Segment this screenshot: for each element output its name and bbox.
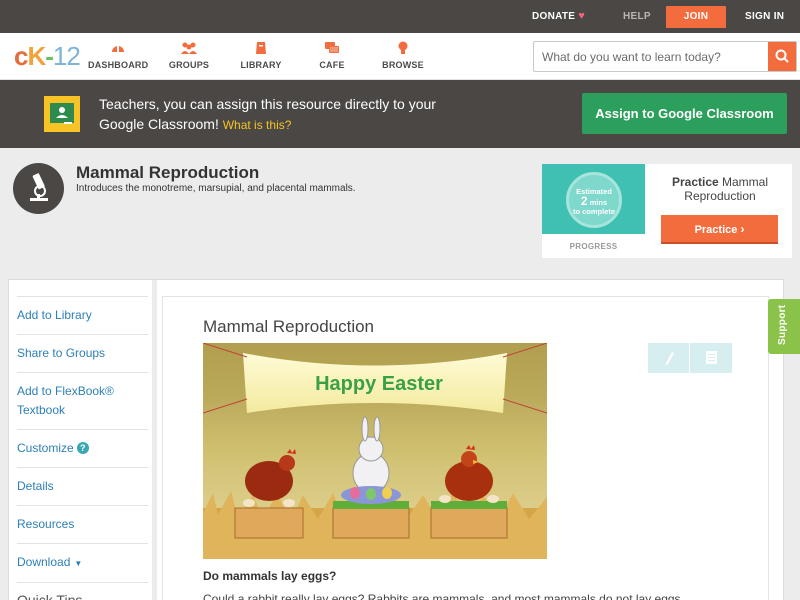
estimate-number: 2 (580, 194, 588, 208)
top-bar: DONATE ♥ HELP JOIN SIGN IN (0, 0, 800, 33)
nav-library-label: LIBRARY (240, 60, 282, 70)
nav-dashboard[interactable]: DASHBOARD (88, 41, 148, 70)
nav-cafe[interactable]: CAFE (312, 41, 352, 70)
heart-icon: ♥ (578, 10, 586, 22)
nav-browse-label: BROWSE (382, 60, 424, 70)
sidebar-item-resources[interactable]: Resources (17, 505, 148, 543)
sidebar-item-add-to-library[interactable]: Add to Library (17, 296, 148, 334)
easter-illustration: Happy Easter (203, 343, 547, 559)
notes-icon (706, 351, 717, 364)
nav-groups-label: GROUPS (168, 60, 210, 70)
groups-icon (181, 42, 197, 54)
donate-label: DONATE (532, 11, 576, 22)
estimate-badge: Estimated 2 mins to complete (566, 172, 622, 228)
article: Mammal Reproduction Happy Easter Do mamm… (162, 296, 769, 600)
nav-library[interactable]: LIBRARY (236, 41, 286, 70)
caret-down-icon: ▼ (74, 559, 83, 568)
google-classroom-banner: Teachers, you can assign this resource d… (0, 80, 800, 148)
sidebar-item-download[interactable]: Download ▼ (17, 543, 148, 582)
library-icon (256, 42, 266, 54)
support-tab[interactable]: Support (768, 299, 800, 354)
sidebar-item-add-to-flexbook[interactable]: Add to FlexBook® Textbook (17, 372, 148, 429)
sidebar-item-share-to-groups[interactable]: Share to Groups (17, 334, 148, 372)
join-button[interactable]: JOIN (666, 6, 726, 28)
logo-dash: - (45, 41, 54, 71)
assign-google-classroom-button[interactable]: Assign to Google Classroom (582, 93, 787, 134)
download-label: Download (17, 555, 71, 569)
sign-in-link[interactable]: SIGN IN (745, 0, 784, 33)
notes-button[interactable] (690, 343, 732, 373)
illustration-text: Happy Easter (315, 373, 443, 395)
nav-cafe-label: CAFE (319, 60, 345, 70)
nav-browse[interactable]: BROWSE (378, 41, 428, 70)
logo-c: c (14, 41, 29, 71)
customize-label: Customize (17, 441, 74, 455)
annotate-button[interactable] (648, 343, 690, 373)
nav-groups[interactable]: GROUPS (164, 41, 214, 70)
cafe-icon (325, 42, 339, 53)
dashboard-icon (112, 46, 124, 52)
article-body: Could a rabbit really lay eggs? Rabbits … (203, 592, 684, 600)
chevron-right-icon: › (740, 221, 745, 236)
logo-12: 12 (52, 41, 81, 71)
support-label: Support (777, 304, 788, 345)
pencil-icon (665, 352, 674, 366)
page-subtitle: Introduces the monotreme, marsupial, and… (76, 183, 356, 194)
help-icon[interactable]: ? (76, 442, 89, 454)
browse-icon (398, 41, 408, 54)
microscope-icon (13, 163, 64, 214)
nav-dashboard-label: DASHBOARD (88, 60, 149, 70)
practice-title-bold: Practice (671, 175, 719, 189)
practice-button[interactable]: Practice › (661, 215, 778, 244)
search-input[interactable] (534, 42, 768, 71)
article-tools (648, 343, 732, 373)
practice-card: Estimated 2 mins to complete PROGRESS Pr… (542, 164, 792, 258)
help-link[interactable]: HELP (623, 0, 651, 33)
progress-label: PROGRESS (569, 242, 618, 251)
what-is-this-link[interactable]: What is this? (223, 118, 292, 132)
donate-link[interactable]: DONATE ♥ (532, 0, 585, 33)
google-classroom-icon (44, 96, 80, 132)
banner-text: Teachers, you can assign this resource d… (99, 94, 479, 135)
estimate-line1: Estimated (576, 187, 612, 196)
concept-header: Mammal Reproduction Introduces the monot… (0, 148, 800, 268)
practice-title: Practice Mammal Reproduction (658, 175, 782, 203)
ck12-logo[interactable]: cK-12 (14, 41, 81, 72)
quick-tips-heading[interactable]: Quick Tips (17, 582, 148, 600)
article-title: Mammal Reproduction (203, 317, 375, 336)
estimate-unit: mins (589, 198, 608, 207)
estimate-line2: to complete (572, 207, 616, 216)
search-icon (775, 49, 789, 63)
search-button[interactable] (768, 42, 796, 71)
main-nav: cK-12 DASHBOARD GROUPS LIBRARY CAFE BROW… (0, 33, 800, 80)
logo-k: K (27, 41, 46, 71)
sidebar-item-customize[interactable]: Customize? (17, 429, 148, 467)
divider (152, 280, 157, 600)
article-question: Do mammals lay eggs? (203, 569, 337, 583)
practice-progress-art: Estimated 2 mins to complete PROGRESS (542, 164, 645, 258)
sidebar-item-details[interactable]: Details (17, 467, 148, 505)
sidebar: Add to Library Share to Groups Add to Fl… (17, 296, 148, 600)
practice-button-label: Practice (694, 223, 738, 236)
content-area: Add to Library Share to Groups Add to Fl… (8, 279, 784, 600)
page-title: Mammal Reproduction (76, 163, 260, 182)
search-box (533, 41, 797, 72)
